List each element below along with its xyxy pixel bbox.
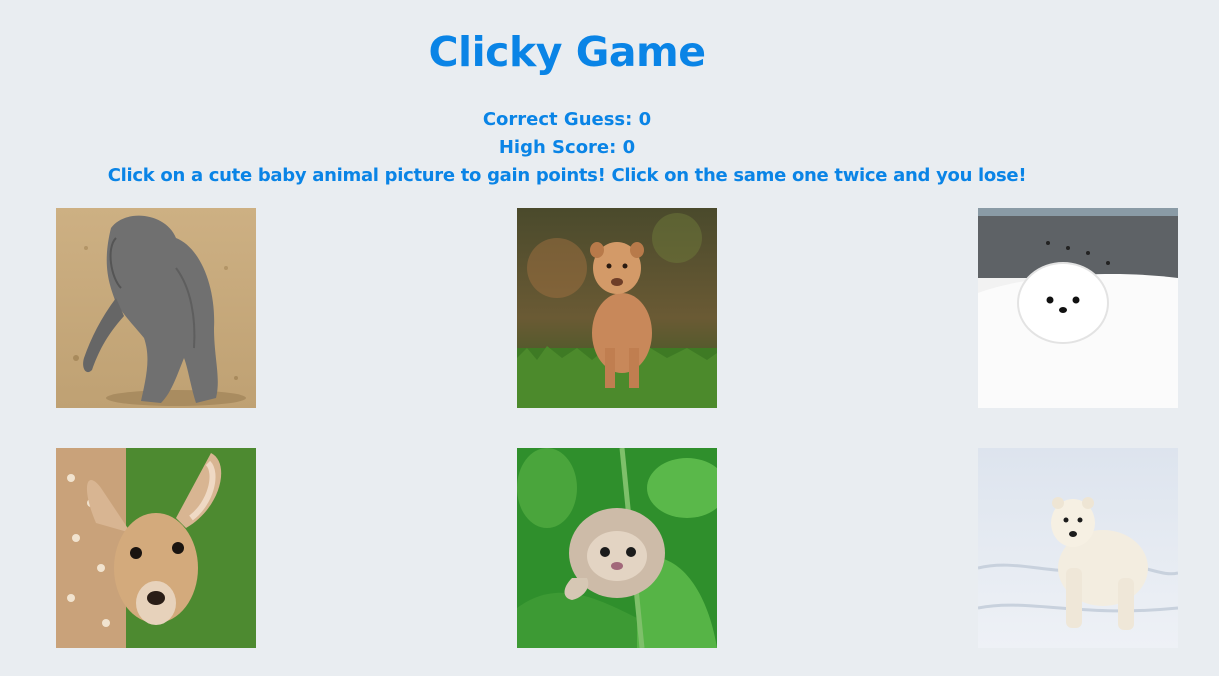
lion-cub-image: [517, 208, 717, 408]
animal-card-elephant[interactable]: [56, 208, 256, 408]
animal-card-white-puppy[interactable]: [978, 208, 1178, 408]
white-puppy-image: [978, 208, 1178, 408]
game-page: Clicky Game Correct Guess: 0 High Score:…: [0, 0, 1219, 676]
high-score-counter: High Score: 0: [498, 137, 636, 158]
animal-card-sloth[interactable]: [517, 448, 717, 648]
instructions-text: Click on a cute baby animal picture to g…: [107, 165, 1027, 186]
fawn-image: [56, 448, 256, 648]
animal-card-lion-cub[interactable]: [517, 208, 717, 408]
sloth-image: [517, 448, 717, 648]
page-title: Clicky Game: [428, 28, 706, 76]
animal-card-fawn[interactable]: [56, 448, 256, 648]
polar-bear-image: [978, 448, 1178, 648]
elephant-image: [56, 208, 256, 408]
correct-guess-counter: Correct Guess: 0: [482, 109, 652, 130]
animal-card-polar-bear[interactable]: [978, 448, 1178, 648]
